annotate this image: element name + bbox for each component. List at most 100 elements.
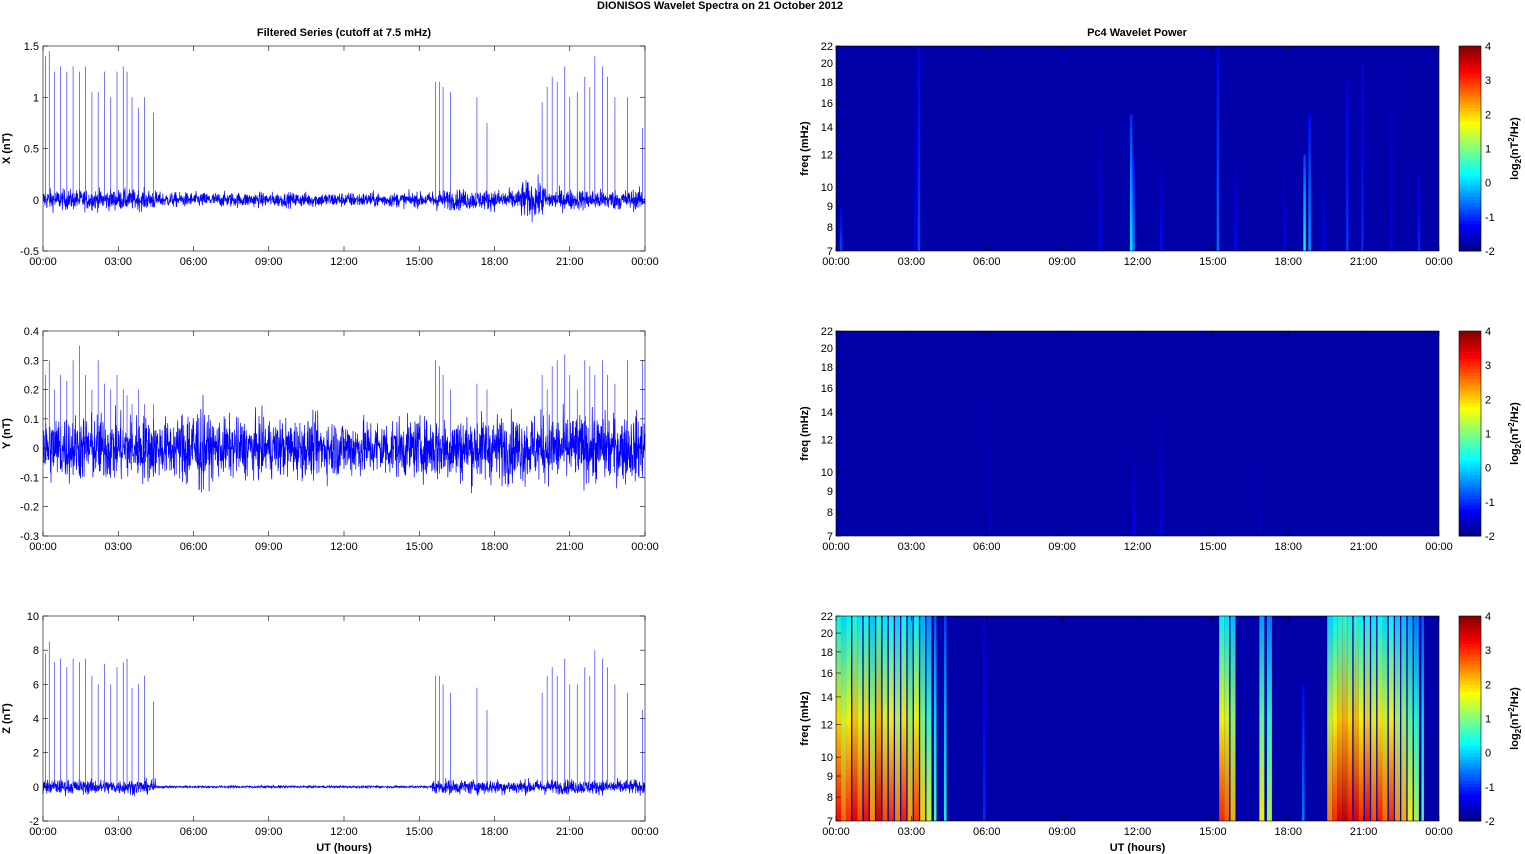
power-stripe bbox=[1303, 154, 1306, 251]
colorbar-cell bbox=[1459, 447, 1481, 452]
spectrogram-background bbox=[836, 46, 1439, 251]
x-tick-label: 15:00 bbox=[1199, 826, 1227, 838]
y-tick-label: 8 bbox=[33, 645, 39, 657]
colorbar-tick-label: 3 bbox=[1485, 75, 1491, 87]
colorbar-cell bbox=[1459, 477, 1481, 482]
y-tick-label: 0 bbox=[33, 195, 39, 207]
colorbar-cell bbox=[1459, 375, 1481, 380]
y-axis-label: freq (mHz) bbox=[799, 406, 811, 461]
colorbar-cell bbox=[1459, 395, 1481, 400]
x-tick-label: 03:00 bbox=[898, 826, 926, 838]
colorbar-cell bbox=[1459, 358, 1481, 363]
colorbar-cell bbox=[1459, 213, 1481, 218]
power-stripe bbox=[907, 616, 913, 821]
x-tick-label: 00:00 bbox=[29, 256, 57, 268]
colorbar-cell bbox=[1459, 223, 1481, 228]
colorbar-cell bbox=[1459, 454, 1481, 458]
colorbar-cell bbox=[1459, 773, 1481, 778]
power-stripe bbox=[1364, 616, 1370, 821]
colorbar-label: log2(nT2/Hz) bbox=[1507, 402, 1523, 465]
x-tick-label: 00:00 bbox=[822, 541, 850, 553]
power-stripe bbox=[1302, 684, 1305, 821]
y-tick-label: 10 bbox=[821, 752, 833, 764]
colorbar-tick-label: 2 bbox=[1485, 394, 1491, 406]
power-stripe bbox=[882, 616, 888, 821]
x-tick-label: 00:00 bbox=[1425, 541, 1453, 553]
colorbar-tick-label: 1 bbox=[1485, 144, 1491, 156]
colorbar-cell bbox=[1459, 69, 1481, 74]
colorbar-tick-label: 4 bbox=[1485, 611, 1491, 623]
colorbar-cell bbox=[1459, 337, 1481, 342]
colorbar-cell bbox=[1459, 124, 1481, 129]
y-tick-label: 22 bbox=[821, 611, 833, 623]
colorbar-tick-label: -1 bbox=[1485, 782, 1495, 794]
colorbar-cell bbox=[1459, 616, 1481, 620]
colorbar-cell bbox=[1459, 505, 1481, 510]
colorbar-cell bbox=[1459, 639, 1481, 644]
x-tick-label: 06:00 bbox=[180, 256, 208, 268]
x-tick-label: 09:00 bbox=[255, 826, 283, 838]
colorbar-cell bbox=[1459, 807, 1481, 812]
colorbar-cell bbox=[1459, 745, 1481, 750]
power-stripe bbox=[913, 46, 917, 251]
figure-title: DIONISOS Wavelet Spectra on 21 October 2… bbox=[597, 0, 843, 12]
power-stripe bbox=[933, 616, 937, 821]
colorbar-tick-label: -1 bbox=[1485, 497, 1495, 509]
colorbar-cell bbox=[1459, 151, 1481, 156]
colorbar-cell bbox=[1459, 481, 1481, 486]
x-tick-label: 21:00 bbox=[556, 541, 584, 553]
colorbar-cell bbox=[1459, 196, 1481, 201]
colorbar-tick-label: 2 bbox=[1485, 109, 1491, 121]
colorbar-cell bbox=[1459, 203, 1481, 208]
colorbar-tick-label: -2 bbox=[1485, 531, 1495, 543]
colorbar-cell bbox=[1459, 399, 1481, 404]
colorbar-label: log2(nT2/Hz) bbox=[1507, 687, 1523, 750]
x-tick-label: 21:00 bbox=[1350, 541, 1378, 553]
colorbar-cell bbox=[1459, 790, 1481, 795]
colorbar-cell bbox=[1459, 650, 1481, 655]
right-column-title: Pc4 Wavelet Power bbox=[1087, 27, 1188, 39]
y-tick-label: 14 bbox=[821, 692, 833, 704]
colorbar-cell bbox=[1459, 179, 1481, 184]
x-tick-label: 18:00 bbox=[1274, 541, 1302, 553]
colorbar-cell bbox=[1459, 230, 1481, 235]
series-line bbox=[42, 777, 646, 797]
colorbar-cell bbox=[1459, 131, 1481, 136]
x-axis-label: UT (hours) bbox=[316, 842, 372, 854]
colorbar-cell bbox=[1459, 413, 1481, 417]
power-stripe bbox=[1216, 46, 1220, 251]
y-tick-label: 18 bbox=[821, 647, 833, 659]
colorbar-cell bbox=[1459, 66, 1481, 71]
plot-frame bbox=[42, 330, 646, 537]
power-stripe bbox=[863, 616, 869, 821]
x-tick-label: 18:00 bbox=[481, 256, 509, 268]
colorbar-cell bbox=[1459, 786, 1481, 791]
colorbar-cell bbox=[1459, 643, 1481, 648]
colorbar-cell bbox=[1459, 206, 1481, 211]
colorbar-tick-label: 4 bbox=[1485, 41, 1491, 53]
colorbar-cell bbox=[1459, 334, 1481, 339]
colorbar-cell bbox=[1459, 701, 1481, 706]
power-stripe bbox=[1129, 114, 1133, 251]
x-tick-label: 12:00 bbox=[330, 541, 358, 553]
colorbar-cell bbox=[1459, 762, 1481, 767]
x-tick-label: 12:00 bbox=[1124, 826, 1152, 838]
colorbar-cell bbox=[1459, 165, 1481, 170]
x-tick-label: 00:00 bbox=[29, 541, 57, 553]
colorbar-cell bbox=[1459, 670, 1481, 675]
colorbar-cell bbox=[1459, 739, 1481, 743]
colorbar-cell bbox=[1459, 382, 1481, 387]
colorbar-cell bbox=[1459, 800, 1481, 805]
y-axis-label: Y (nT) bbox=[1, 418, 13, 449]
colorbar: 4 3 2 1 0 -1 -2 log2(nT2/Hz) bbox=[1458, 611, 1523, 828]
colorbar-cell bbox=[1459, 192, 1481, 197]
colorbar-cell bbox=[1459, 443, 1481, 448]
y-tick-label: 12 bbox=[821, 720, 833, 732]
colorbar-cell bbox=[1459, 426, 1481, 431]
y-axis-label: freq (mHz) bbox=[799, 121, 811, 176]
x-tick-label: 12:00 bbox=[1124, 256, 1152, 268]
power-stripe bbox=[926, 616, 932, 821]
colorbar-tick-label: 3 bbox=[1485, 360, 1491, 372]
power-stripe bbox=[841, 616, 847, 821]
x-tick-label: 21:00 bbox=[1350, 826, 1378, 838]
